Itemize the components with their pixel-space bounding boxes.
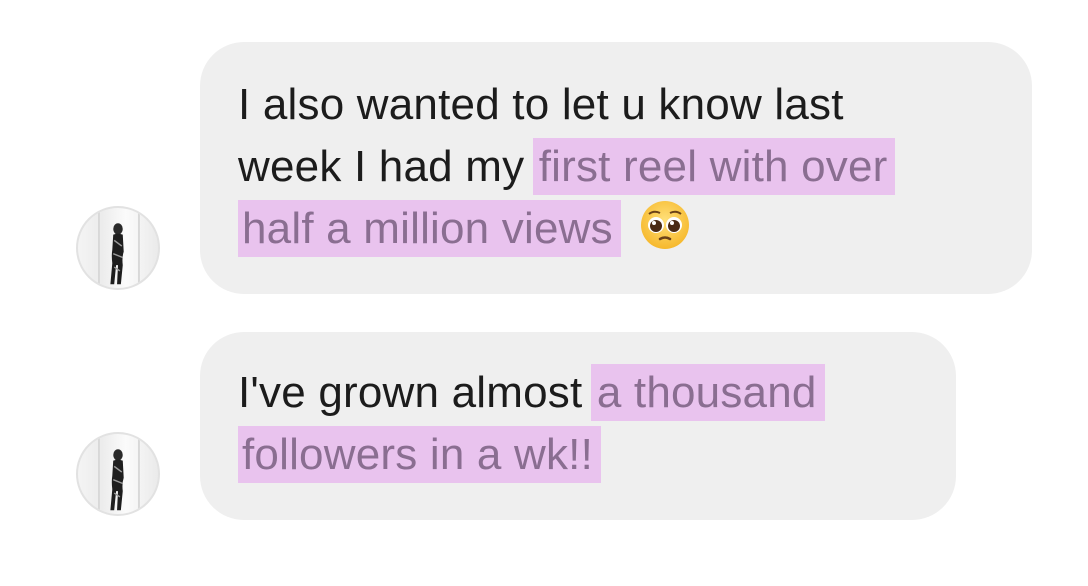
highlighted-text: a thousand: [590, 364, 825, 421]
highlighted-text: followers in a wk!!: [238, 426, 602, 483]
message-line: I also wanted to let u know last: [238, 80, 844, 129]
profile-avatar-icon[interactable]: [76, 432, 160, 516]
message-text-plain: I've grown almost: [238, 368, 595, 417]
highlighted-text: first reel with over: [532, 138, 896, 195]
message-line: I've grown almost a thousand: [238, 362, 825, 424]
pleading-face-emoji-icon: [639, 199, 691, 251]
message-line: week I had my first reel with over: [238, 136, 896, 198]
message-line: followers in a wk!!: [238, 424, 825, 486]
person-silhouette-icon: [98, 208, 140, 288]
message-line: half a million views: [238, 198, 895, 260]
highlighted-text: half a million views: [238, 200, 621, 257]
message-text-plain: week I had my: [238, 142, 537, 191]
message-text: I also wanted to let u know last week I …: [238, 74, 896, 260]
profile-avatar-icon[interactable]: [76, 206, 160, 290]
person-silhouette-icon: [98, 434, 140, 514]
message-text: I've grown almost a thousand followers i…: [238, 362, 825, 486]
